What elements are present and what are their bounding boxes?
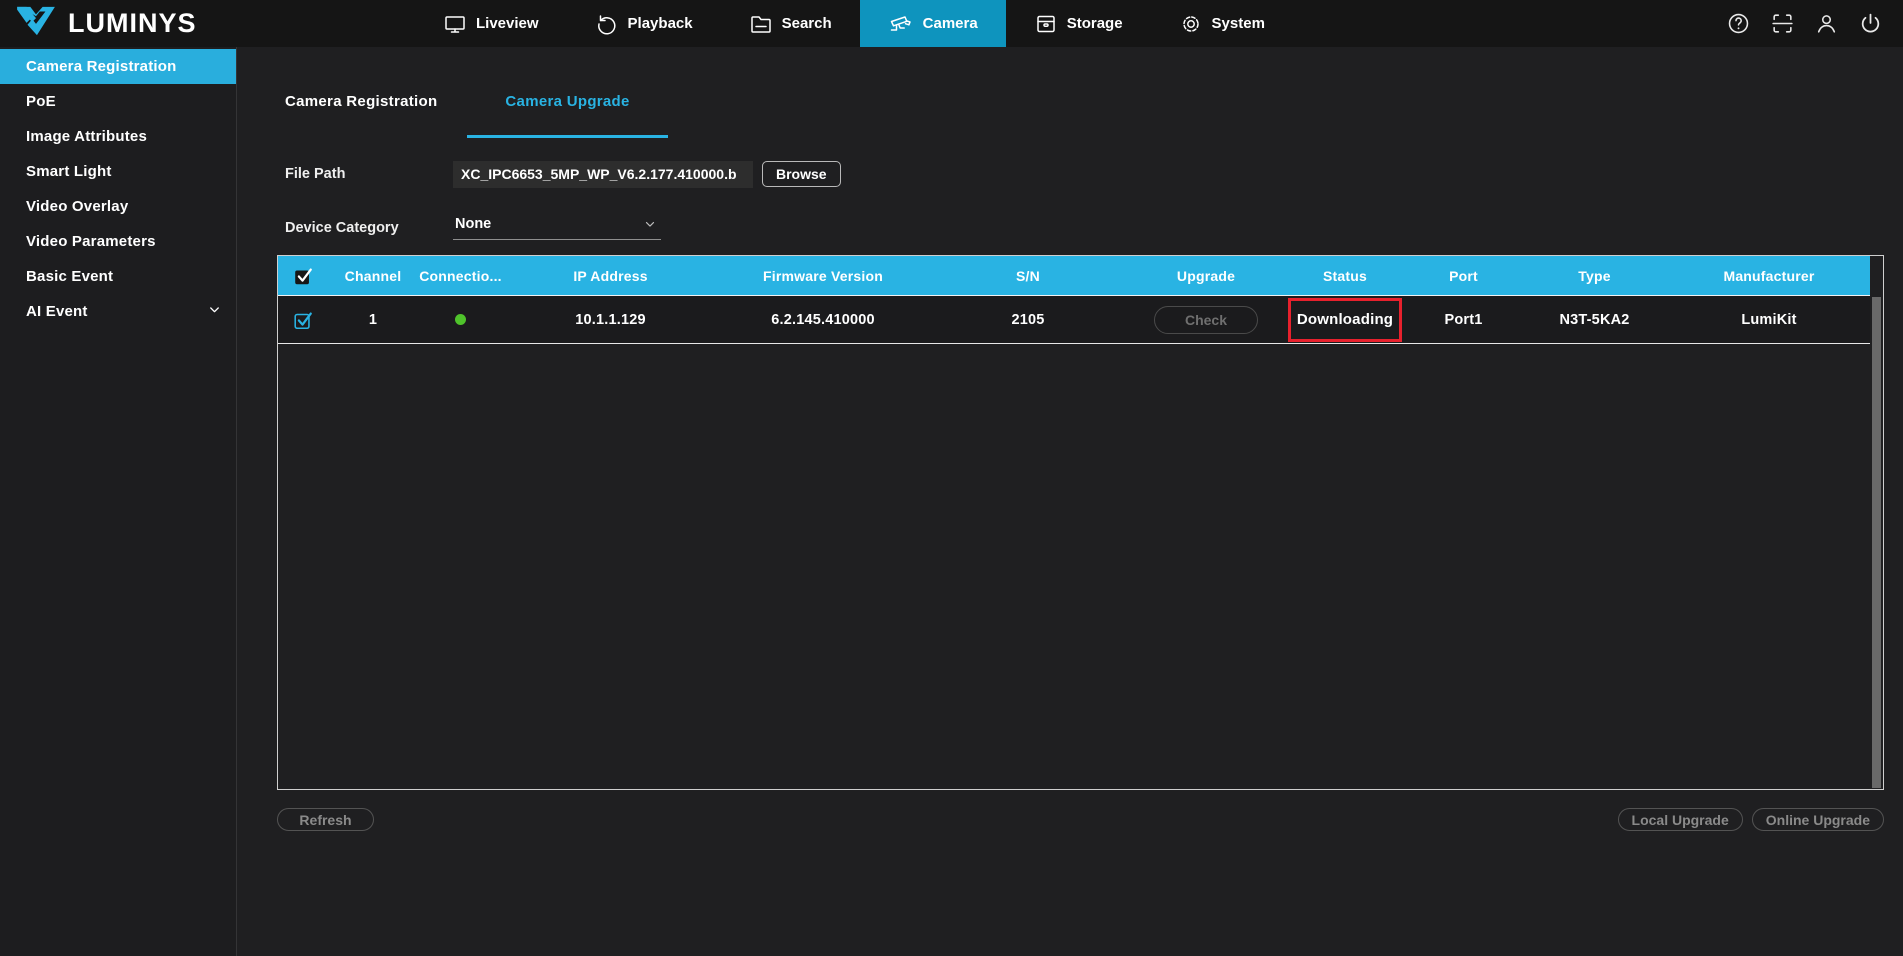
table-row: 1 10.1.1.129 6.2.145.410000 2105 Check D…	[278, 296, 1870, 344]
col-header-type: Type	[1578, 267, 1611, 284]
chevron-down-icon	[207, 302, 222, 321]
sidebar-item-label: Camera Registration	[26, 58, 177, 75]
brand-logo: LUMINYS	[14, 4, 197, 43]
footer-left-actions: Refresh	[277, 808, 374, 831]
cctv-camera-icon	[888, 12, 914, 36]
nav-item-camera[interactable]: Camera	[859, 0, 1006, 47]
refresh-button[interactable]: Refresh	[277, 808, 374, 831]
nav-item-system[interactable]: System	[1151, 0, 1293, 47]
nav-label: Storage	[1066, 15, 1123, 32]
table-scrollbar-track	[1870, 296, 1883, 789]
device-category-row: Device Category None	[285, 215, 661, 241]
help-icon[interactable]	[1726, 11, 1751, 36]
user-icon[interactable]	[1814, 11, 1839, 36]
browse-button[interactable]: Browse	[762, 161, 841, 187]
check-button[interactable]: Check	[1154, 305, 1258, 334]
nav-item-playback[interactable]: Playback	[567, 0, 721, 47]
sidebar: Camera Registration PoE Image Attributes…	[0, 47, 237, 956]
cell-firmware-version: 6.2.145.410000	[771, 311, 875, 328]
top-nav-bar: LUMINYS Liveview Playback Search Camera …	[0, 0, 1903, 47]
cell-channel: 1	[368, 311, 378, 328]
chevron-down-icon	[643, 217, 657, 231]
sidebar-item-label: Video Parameters	[26, 233, 156, 250]
footer-right-actions: Local Upgrade Online Upgrade	[1617, 808, 1884, 831]
table-header-row: Channel Connectio... IP Address Firmware…	[278, 256, 1870, 296]
col-header-manufacturer: Manufacturer	[1723, 267, 1815, 284]
sidebar-item-label: PoE	[26, 93, 56, 110]
nav-label: Playback	[627, 15, 693, 32]
nav-item-search[interactable]: Search	[721, 0, 860, 47]
main-menu: Liveview Playback Search Camera Storage …	[415, 0, 1293, 47]
col-header-firmware-version: Firmware Version	[763, 267, 883, 284]
gear-icon	[1179, 12, 1203, 36]
monitor-icon	[443, 12, 467, 36]
cell-manufacturer: LumiKit	[1741, 311, 1797, 328]
sidebar-item-label: Video Overlay	[26, 198, 129, 215]
sidebar-item-label: Basic Event	[26, 268, 114, 285]
file-path-row: File Path Browse	[285, 160, 841, 188]
table-scrollbar-thumb[interactable]	[1872, 297, 1881, 788]
sidebar-item-video-overlay[interactable]: Video Overlay	[0, 189, 236, 224]
fullscreen-icon[interactable]	[1770, 11, 1795, 36]
cell-type: N3T-5KA2	[1559, 311, 1630, 328]
col-header-port: Port	[1449, 267, 1478, 284]
sidebar-item-video-parameters[interactable]: Video Parameters	[0, 224, 236, 259]
online-upgrade-button[interactable]: Online Upgrade	[1751, 808, 1884, 831]
sidebar-item-ai-event[interactable]: AI Event	[0, 294, 236, 329]
cell-status: Downloading	[1284, 297, 1406, 342]
sidebar-item-label: Smart Light	[26, 163, 112, 180]
nvr-app-window: LUMINYS Liveview Playback Search Camera …	[0, 0, 1903, 956]
playback-icon	[595, 12, 619, 36]
online-status-dot	[455, 314, 466, 325]
cell-ip-address: 10.1.1.129	[575, 311, 646, 328]
sidebar-item-basic-event[interactable]: Basic Event	[0, 259, 236, 294]
sidebar-item-image-attributes[interactable]: Image Attributes	[0, 119, 236, 154]
nav-label: Search	[781, 15, 832, 32]
device-category-value: None	[455, 216, 492, 232]
status-highlight-box: Downloading	[1287, 297, 1403, 342]
file-path-label: File Path	[285, 166, 346, 182]
nav-label: Camera	[922, 15, 978, 32]
tab-camera-registration[interactable]: Camera Registration	[285, 93, 437, 138]
cell-connection	[418, 314, 503, 325]
content-tabs: Camera Registration Camera Upgrade	[285, 93, 668, 138]
camera-upgrade-table: Channel Connectio... IP Address Firmware…	[277, 255, 1884, 790]
col-header-sn: S/N	[1016, 267, 1040, 284]
brand-name: LUMINYS	[68, 8, 197, 38]
tab-camera-upgrade[interactable]: Camera Upgrade	[467, 93, 668, 138]
local-upgrade-button[interactable]: Local Upgrade	[1617, 808, 1743, 831]
row-checkbox[interactable]	[278, 309, 328, 331]
select-all-checkbox[interactable]	[278, 265, 328, 287]
cell-sn: 2105	[1011, 311, 1045, 328]
cell-upgrade: Check	[1128, 305, 1284, 334]
nav-utility-group	[1726, 0, 1883, 47]
device-category-label: Device Category	[285, 220, 399, 236]
cell-port: Port1	[1444, 311, 1483, 328]
sidebar-item-poe[interactable]: PoE	[0, 84, 236, 119]
col-header-ip-address: IP Address	[573, 267, 648, 284]
file-path-input[interactable]	[453, 160, 753, 188]
nav-label: System	[1211, 15, 1265, 32]
storage-box-icon	[1034, 12, 1058, 36]
main-content: Camera Registration Camera Upgrade File …	[238, 47, 1903, 956]
sidebar-item-label: AI Event	[26, 303, 88, 320]
nav-label: Liveview	[476, 15, 539, 32]
sidebar-item-camera-registration[interactable]: Camera Registration	[0, 49, 236, 84]
luminys-logo-icon	[14, 4, 58, 43]
col-header-upgrade: Upgrade	[1176, 267, 1236, 284]
col-header-connection: Connectio...	[419, 267, 502, 284]
col-header-status: Status	[1323, 267, 1367, 284]
power-icon[interactable]	[1858, 11, 1883, 36]
sidebar-item-label: Image Attributes	[26, 128, 147, 145]
status-text: Downloading	[1296, 311, 1394, 328]
nav-item-liveview[interactable]: Liveview	[415, 0, 567, 47]
col-header-channel: Channel	[344, 267, 402, 284]
nav-item-storage[interactable]: Storage	[1006, 0, 1151, 47]
sidebar-item-smart-light[interactable]: Smart Light	[0, 154, 236, 189]
search-folder-icon	[749, 12, 773, 36]
device-category-select[interactable]: None	[453, 216, 661, 240]
